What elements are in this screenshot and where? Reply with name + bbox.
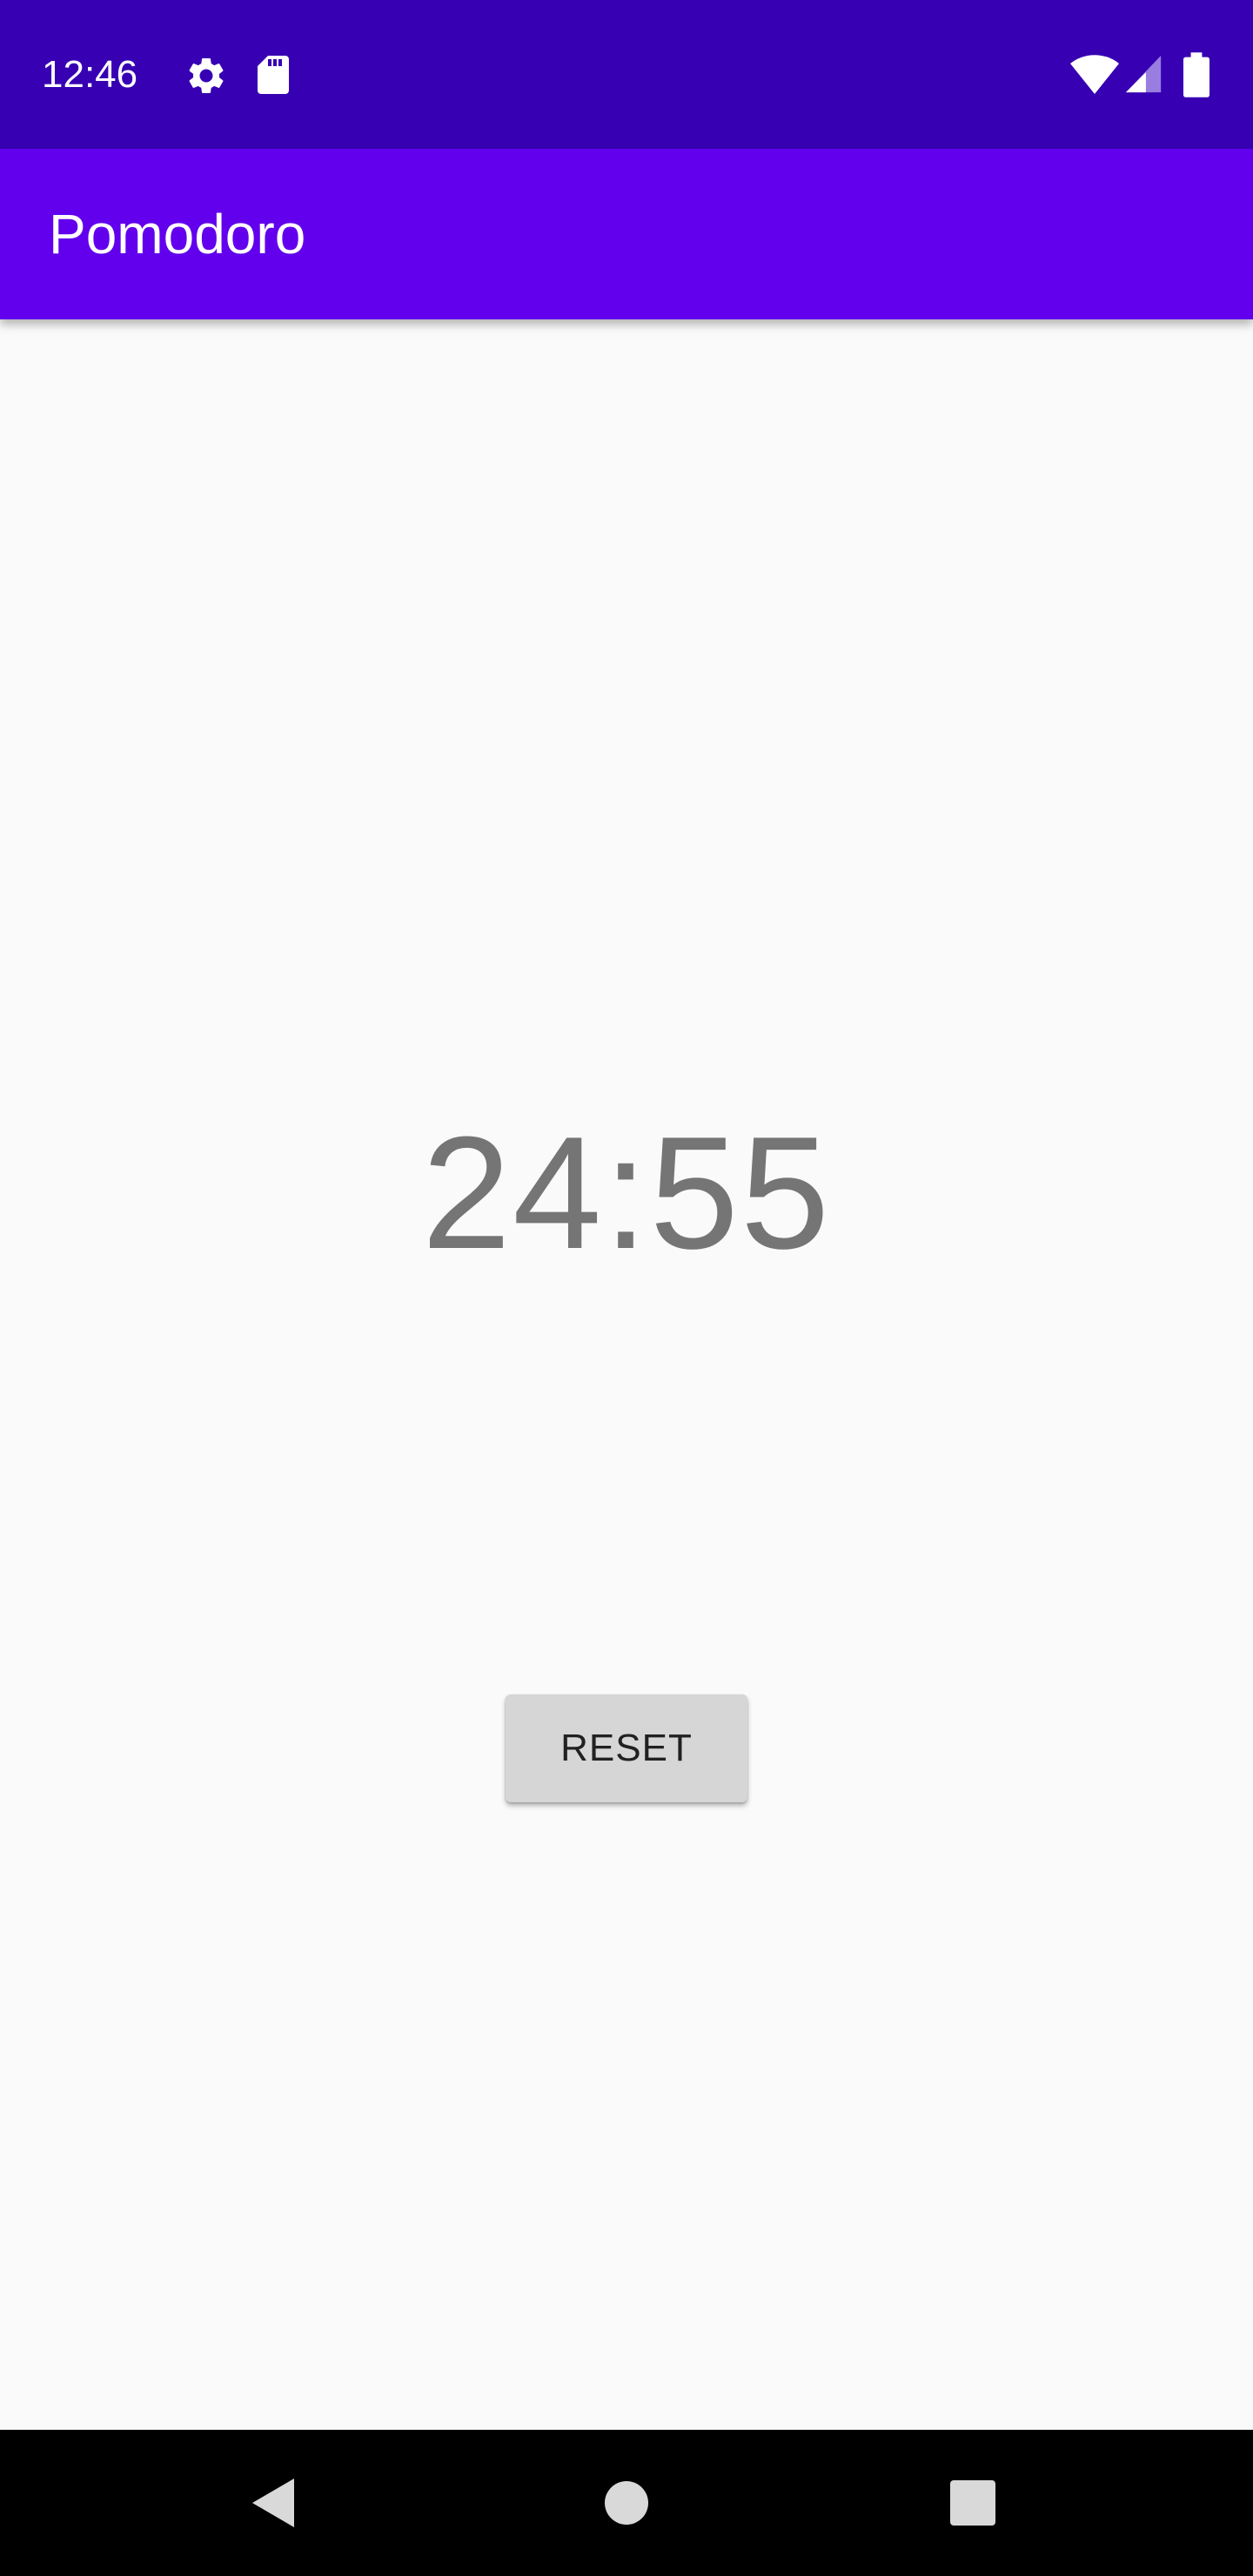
app-title: Pomodoro <box>49 203 306 265</box>
battery-icon <box>1183 52 1209 97</box>
sd-card-icon <box>258 56 289 94</box>
main-content: 24:55 RESET <box>0 319 1253 2430</box>
reset-button[interactable]: RESET <box>506 1694 747 1802</box>
back-icon[interactable] <box>249 2475 298 2531</box>
recents-icon[interactable] <box>949 2479 996 2526</box>
gear-icon <box>189 58 224 93</box>
screen: 12:46 Pomodoro 24:55 RESET <box>0 0 1253 2576</box>
status-bar: 12:46 <box>0 0 1253 149</box>
timer-display: 24:55 <box>421 1103 832 1282</box>
navigation-bar <box>0 2430 1253 2576</box>
home-icon[interactable] <box>604 2480 649 2526</box>
cell-signal-icon <box>1125 55 1162 93</box>
status-time: 12:46 <box>42 53 138 96</box>
wifi-icon <box>1070 55 1119 94</box>
app-bar: Pomodoro <box>0 149 1253 319</box>
